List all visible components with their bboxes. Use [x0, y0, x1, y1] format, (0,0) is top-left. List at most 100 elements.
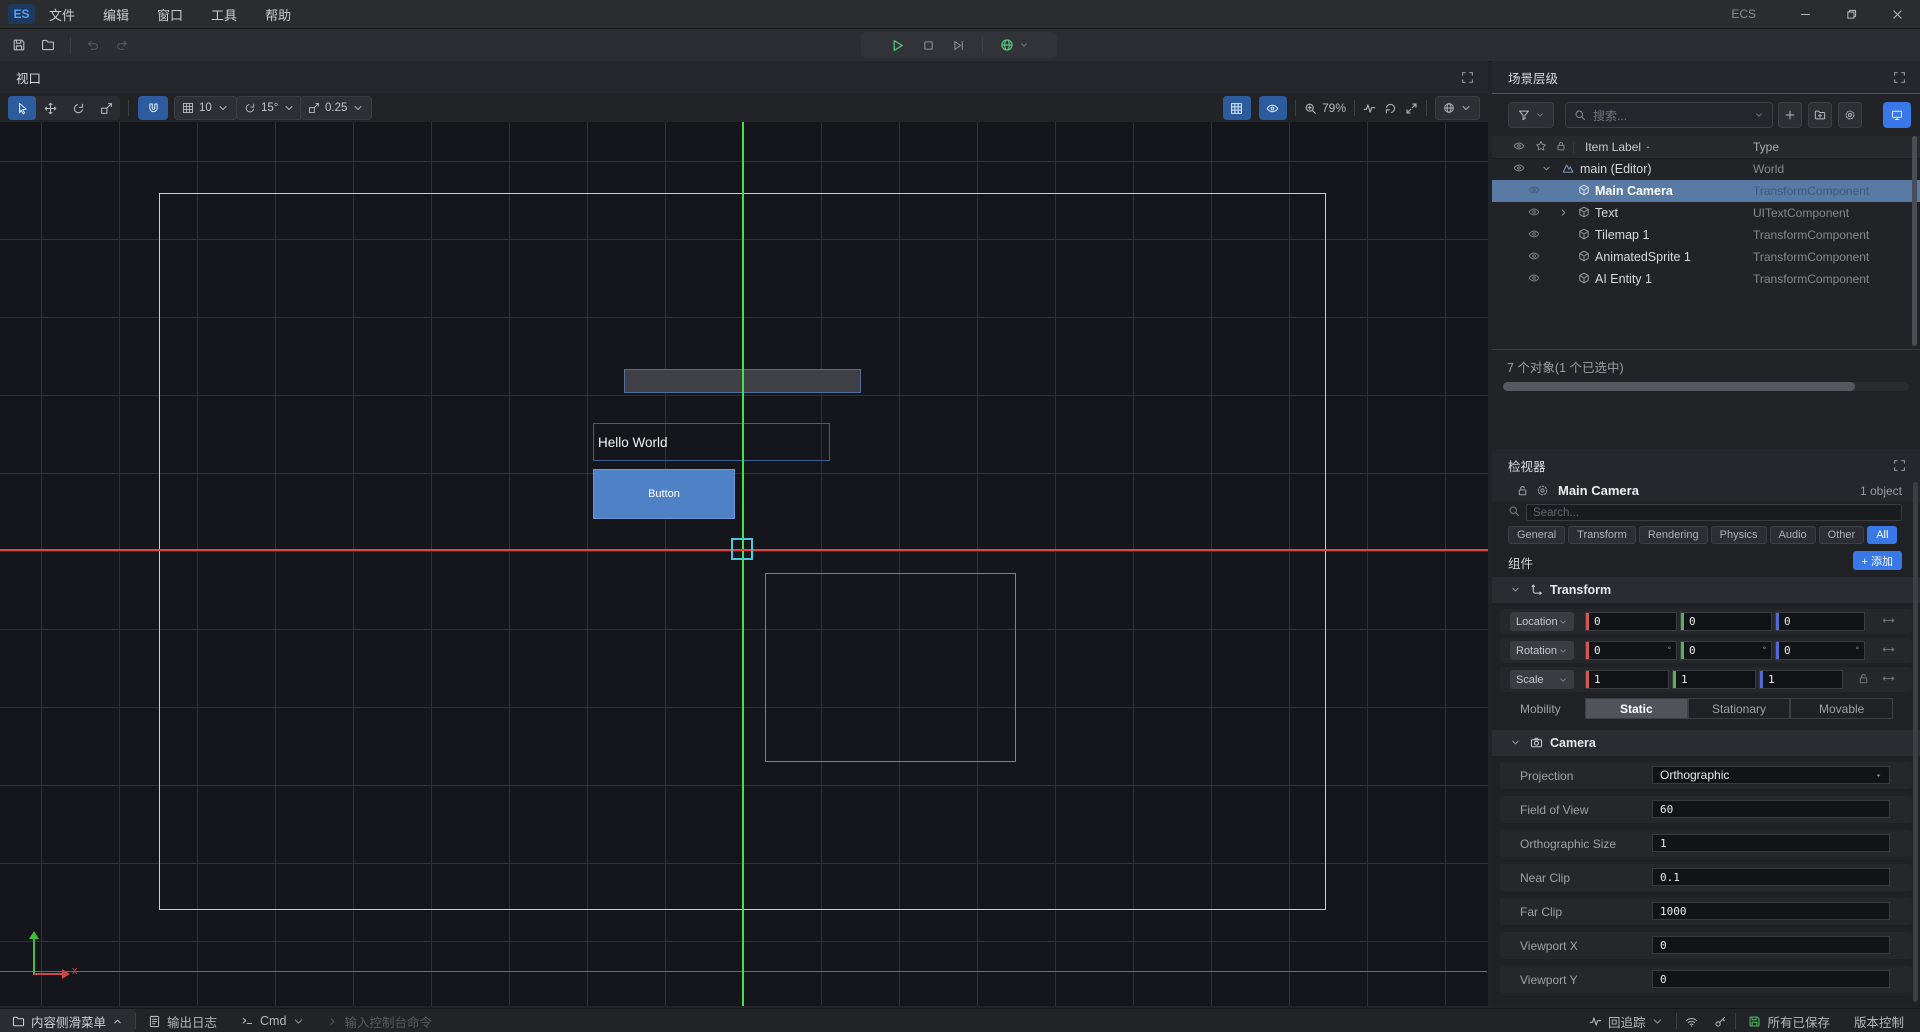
- reset-view-button[interactable]: [1384, 102, 1397, 115]
- tree-row-animatedsprite[interactable]: AnimatedSprite 1 TransformComponent: [1492, 246, 1920, 268]
- link-axes-icon[interactable]: [1882, 672, 1895, 685]
- app-logo[interactable]: ES: [8, 4, 35, 24]
- move-tool-button[interactable]: [36, 96, 64, 120]
- save-status[interactable]: 所有已保存: [1736, 1009, 1842, 1032]
- inspector-search-input[interactable]: Search...: [1526, 504, 1902, 521]
- stop-button[interactable]: [922, 39, 935, 52]
- eye-icon[interactable]: [1513, 162, 1525, 174]
- undo-button[interactable]: [86, 38, 100, 52]
- scrollbar-thumb[interactable]: [1503, 382, 1855, 391]
- menu-edit[interactable]: 编辑: [89, 0, 143, 28]
- save-button[interactable]: [12, 38, 26, 52]
- tab-other[interactable]: Other: [1819, 526, 1865, 544]
- rotate-tool-button[interactable]: [64, 96, 92, 120]
- add-entity-button[interactable]: [1778, 102, 1802, 128]
- column-item-label[interactable]: Item Label: [1585, 140, 1652, 154]
- visibility-button[interactable]: [1259, 96, 1287, 120]
- hierarchy-expand-icon[interactable]: [1893, 71, 1906, 84]
- link-axes-icon[interactable]: [1882, 643, 1895, 656]
- content-drawer-button[interactable]: 内容侧滑菜单: [0, 1009, 135, 1032]
- mobility-stationary-button[interactable]: Stationary: [1688, 698, 1791, 719]
- close-button[interactable]: [1874, 0, 1920, 28]
- rotate-snap-dropdown[interactable]: 15°: [236, 96, 303, 120]
- tree-row-ai-entity[interactable]: AI Entity 1 TransformComponent: [1492, 268, 1920, 290]
- step-forward-button[interactable]: [952, 39, 965, 52]
- eye-icon[interactable]: [1528, 250, 1540, 262]
- lock-icon[interactable]: [1516, 484, 1529, 497]
- tab-audio[interactable]: Audio: [1770, 526, 1816, 544]
- gear-icon[interactable]: [1536, 484, 1549, 497]
- near-clip-input[interactable]: 0.1: [1652, 868, 1890, 886]
- field-of-view-input[interactable]: 60: [1652, 800, 1890, 818]
- scale-dropdown[interactable]: Scale: [1510, 670, 1574, 689]
- zoom-control[interactable]: 79%: [1304, 101, 1346, 115]
- eye-column-icon[interactable]: [1513, 140, 1525, 152]
- location-y-field[interactable]: 0: [1680, 612, 1772, 631]
- scale-snap-dropdown[interactable]: 0.25: [300, 96, 372, 120]
- viewport-x-input[interactable]: 0: [1652, 936, 1890, 954]
- display-mode-button[interactable]: [1883, 102, 1911, 128]
- lock-column-icon[interactable]: [1555, 140, 1567, 152]
- location-x-field[interactable]: 0: [1585, 612, 1677, 631]
- column-type[interactable]: Type: [1753, 140, 1779, 154]
- projection-dropdown[interactable]: Orthographic: [1652, 766, 1890, 784]
- scale-x-field[interactable]: 1: [1585, 670, 1669, 689]
- select-tool-button[interactable]: [8, 96, 36, 120]
- eye-icon[interactable]: [1528, 206, 1540, 218]
- hierarchy-search-input[interactable]: 搜索...: [1565, 102, 1773, 128]
- add-component-button[interactable]: + 添加: [1853, 551, 1902, 570]
- uniform-scale-lock-icon[interactable]: [1857, 672, 1870, 685]
- rotation-z-field[interactable]: 0°: [1775, 641, 1865, 660]
- output-log-button[interactable]: 输出日志: [136, 1009, 229, 1032]
- cmd-dropdown[interactable]: Cmd: [229, 1009, 317, 1032]
- hierarchy-horizontal-scrollbar[interactable]: [1503, 382, 1909, 391]
- chevron-right-icon[interactable]: [1558, 207, 1569, 218]
- scene-canvas[interactable]: Hello World Button x: [0, 122, 1488, 1006]
- far-clip-input[interactable]: 1000: [1652, 902, 1890, 920]
- scale-tool-button[interactable]: [92, 96, 120, 120]
- tree-row-main[interactable]: main (Editor) World: [1492, 158, 1920, 180]
- button-element[interactable]: Button: [593, 469, 735, 519]
- chevron-down-icon[interactable]: [1541, 163, 1552, 174]
- open-folder-button[interactable]: [41, 38, 55, 52]
- scale-z-field[interactable]: 1: [1759, 670, 1843, 689]
- scale-y-field[interactable]: 1: [1672, 670, 1756, 689]
- play-button[interactable]: [890, 38, 905, 53]
- viewport-y-input[interactable]: 0: [1652, 970, 1890, 988]
- stats-button[interactable]: [1363, 102, 1376, 115]
- menu-window[interactable]: 窗口: [143, 0, 197, 28]
- tab-all[interactable]: All: [1867, 526, 1897, 544]
- star-column-icon[interactable]: [1535, 140, 1547, 152]
- mobility-movable-button[interactable]: Movable: [1790, 698, 1893, 719]
- tree-row-text[interactable]: Text UITextComponent: [1492, 202, 1920, 224]
- network-status-button[interactable]: [1677, 1009, 1706, 1032]
- eye-icon[interactable]: [1528, 184, 1540, 196]
- snap-toggle-button[interactable]: [138, 96, 168, 120]
- inspector-expand-icon[interactable]: [1893, 459, 1906, 472]
- redo-button[interactable]: [115, 38, 129, 52]
- rotation-x-field[interactable]: 0°: [1585, 641, 1677, 660]
- link-axes-icon[interactable]: [1882, 614, 1895, 627]
- rotation-dropdown[interactable]: Rotation: [1510, 641, 1574, 660]
- hierarchy-settings-button[interactable]: [1838, 102, 1862, 128]
- tab-general[interactable]: General: [1508, 526, 1565, 544]
- show-grid-button[interactable]: [1223, 96, 1251, 120]
- location-dropdown[interactable]: Location: [1510, 612, 1574, 631]
- connection-button[interactable]: [1706, 1009, 1735, 1032]
- console-command-input[interactable]: 输入控制台命令: [317, 1012, 442, 1031]
- eye-icon[interactable]: [1528, 228, 1540, 240]
- tab-transform[interactable]: Transform: [1568, 526, 1636, 544]
- viewport-world-dropdown[interactable]: [1435, 96, 1480, 120]
- inspector-vertical-scrollbar[interactable]: [1913, 482, 1918, 1002]
- trace-dropdown[interactable]: 回追踪: [1577, 1009, 1677, 1032]
- origin-selection-square[interactable]: [731, 538, 753, 560]
- tree-row-main-camera[interactable]: Main Camera TransformComponent: [1492, 180, 1920, 202]
- eye-icon[interactable]: [1528, 272, 1540, 284]
- rotation-y-field[interactable]: 0°: [1680, 641, 1772, 660]
- orthographic-size-input[interactable]: 1: [1652, 834, 1890, 852]
- menu-tools[interactable]: 工具: [197, 0, 251, 28]
- viewport-expand-icon[interactable]: [1461, 71, 1474, 84]
- hello-world-text-element[interactable]: Hello World: [593, 423, 830, 461]
- grid-snap-dropdown[interactable]: 10: [174, 96, 237, 120]
- maximize-button[interactable]: [1828, 0, 1874, 28]
